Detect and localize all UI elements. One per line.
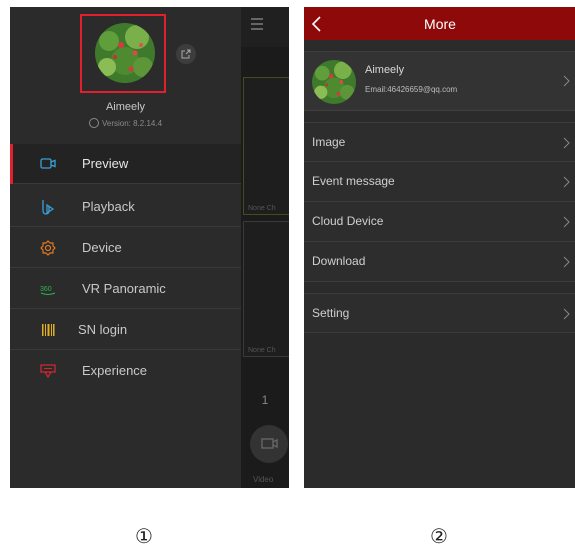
screen-label-1: ① — [135, 524, 153, 548]
row-label: Cloud Device — [312, 214, 384, 228]
username: Aimeely — [105, 101, 146, 113]
background-topbar — [241, 7, 289, 47]
background-app-panel: None Ch None Ch 1 Video — [241, 7, 289, 488]
nav-label: Preview — [82, 156, 129, 171]
profile-email: Email:46426659@qq.com — [365, 85, 458, 94]
nav-item-experience[interactable]: Experience — [10, 351, 241, 391]
more-screen: More Aimeely Email:46426659@qq.com Image — [304, 7, 575, 488]
chevron-right-icon — [563, 216, 570, 228]
chevron-right-icon — [563, 308, 570, 320]
side-drawer: Aimeely Version: 8.2.14.4 Preview Playba… — [10, 7, 241, 488]
nav-label: VR Panoramic — [82, 281, 166, 296]
page-number: 1 — [261, 393, 269, 407]
experience-icon — [40, 364, 56, 379]
svg-text:360: 360 — [40, 286, 52, 293]
menu-row-download[interactable]: Download — [304, 242, 575, 282]
video-button[interactable] — [250, 425, 288, 463]
avatar — [312, 60, 356, 104]
video-frame-1: None Ch — [243, 77, 289, 215]
page-title: More — [424, 16, 456, 32]
avatar-photo — [312, 60, 356, 104]
chevron-right-icon — [563, 75, 570, 87]
nav-label: Device — [82, 240, 122, 255]
video-frame-2: None Ch — [243, 221, 289, 357]
profile-row[interactable]: Aimeely Email:46426659@qq.com — [304, 51, 575, 111]
row-label: Setting — [312, 306, 350, 320]
row-label: Event message — [312, 174, 395, 188]
chevron-right-icon — [563, 176, 570, 188]
nav-item-device[interactable]: Device — [10, 228, 241, 268]
nav-item-playback[interactable]: Playback — [10, 187, 241, 227]
nav-label: Experience — [82, 363, 148, 378]
camera-icon — [40, 158, 56, 169]
video-camera-icon — [261, 438, 278, 449]
share-button[interactable] — [176, 44, 196, 64]
header-bar: More — [304, 7, 575, 40]
nav-item-sn-login[interactable]: SN login — [10, 310, 241, 350]
menu-row-event-message[interactable]: Event message — [304, 162, 575, 202]
version-icon — [88, 118, 99, 128]
chevron-right-icon — [563, 256, 570, 268]
version-info: Version: 8.2.14.4 — [10, 118, 241, 129]
nav-item-vr-panoramic[interactable]: 360 VR Panoramic — [10, 269, 241, 309]
frame-label: None Ch — [248, 347, 276, 354]
version-text: Version: 8.2.14.4 — [101, 119, 163, 129]
drawer-screen: None Ch None Ch 1 Video Aimeely Version:… — [10, 7, 289, 488]
frame-label: None Ch — [248, 205, 276, 212]
playback-icon — [42, 200, 55, 215]
menu-row-setting[interactable]: Setting — [304, 293, 575, 333]
video-label: Video — [253, 475, 274, 484]
vr-360-icon: 360 — [40, 286, 56, 295]
nav-label: SN login — [78, 322, 128, 337]
avatar-highlight-box — [80, 14, 166, 93]
screen-label-2: ② — [430, 524, 448, 548]
hamburger-icon[interactable] — [251, 18, 263, 30]
share-icon — [181, 49, 191, 59]
chevron-right-icon — [563, 137, 570, 149]
nav-item-preview[interactable]: Preview — [10, 144, 241, 184]
barcode-icon — [42, 324, 55, 336]
menu-row-cloud-device[interactable]: Cloud Device — [304, 202, 575, 242]
nav-label: Playback — [82, 199, 135, 214]
profile-name: Aimeely — [365, 64, 405, 76]
menu-row-image[interactable]: Image — [304, 122, 575, 162]
row-label: Image — [312, 135, 346, 149]
row-label: Download — [312, 254, 366, 268]
gear-icon — [40, 240, 56, 256]
